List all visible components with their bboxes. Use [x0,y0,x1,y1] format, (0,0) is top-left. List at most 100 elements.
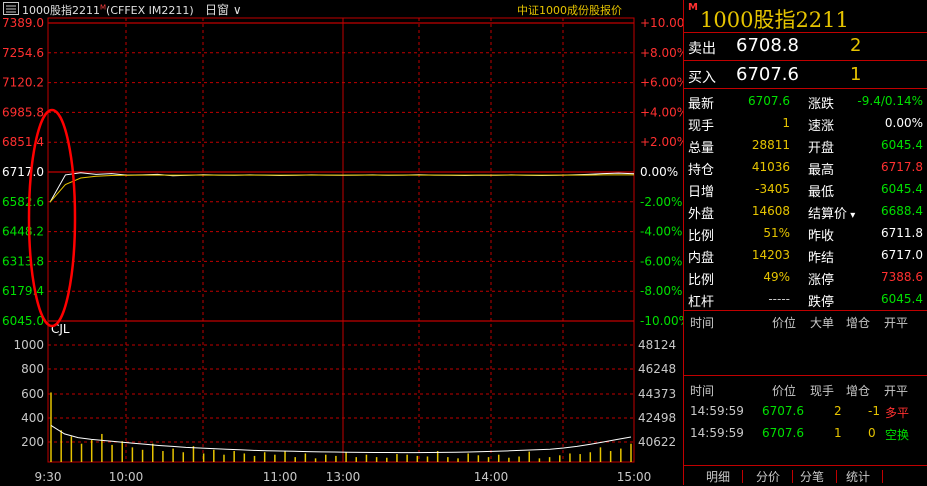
stat-总量: 总量 28811 [688,134,790,156]
percent-tick-label: -10.00% [640,314,683,328]
tab-明细[interactable]: 明细 [706,468,730,485]
volume-tick-label: 200 [21,435,44,449]
oi-tick-label: 42498 [638,411,676,425]
tick-cell: 6707.6 [762,404,804,418]
stat-value: 51% [763,226,790,240]
sell-quote[interactable]: 卖出 6708.8 2 [684,32,927,60]
stat-label: 最高 [808,163,835,178]
stat-label: 比例 [688,273,715,288]
price-tick-label: 7389.0 [2,16,44,30]
volume-tick-label: 800 [21,362,44,376]
tab-统计[interactable]: 统计 [846,468,870,485]
divider [684,88,927,89]
price-tick-label: 6179.4 [2,284,44,298]
price-tick-label: 6448.2 [2,225,44,239]
percent-tick-label: -4.00% [640,225,682,239]
price-tick-label: 6985.8 [2,105,44,119]
stat-内盘: 内盘 14203 [688,244,790,266]
stat-value: 49% [763,270,790,284]
stat-value: 7388.6 [881,270,923,284]
volume-axis-labels: 1000 800 600 400 200 [13,338,44,449]
stat-label: 持仓 [688,163,715,178]
stat-外盘: 外盘 14608 [688,200,790,222]
column-header: 价位 [772,384,797,398]
sell-price: 6708.8 [736,35,799,56]
contract-name: 1000股指2211 [700,8,849,32]
stat-label: 涨停 [808,273,835,288]
stat-最新: 最新 6707.6 [688,90,790,112]
stat-速涨: 速涨 0.00% [808,112,923,134]
tick-cell: 14:59:59 [690,426,744,440]
price-line [49,172,635,203]
stat-value: ----- [768,292,790,306]
volume-indicator-label: CJL [51,322,70,336]
tick-cell: -1 [868,404,880,418]
chart-grid [47,17,635,463]
time-tick-label: 13:00 [326,470,361,484]
column-header: 时间 [690,316,715,330]
buy-label: 买入 [688,70,716,86]
stat-value: 14608 [751,204,790,218]
column-header: 现手 [810,384,835,398]
dropdown-arrow-icon[interactable]: ▾ [847,210,855,221]
stat-持仓: 持仓 41036 [688,156,790,178]
time-tick-label: 10:00 [109,470,144,484]
price-tick-label: 6582.6 [2,195,44,209]
price-tick-label: 7120.2 [2,76,44,90]
stat-value: 6717.0 [881,248,923,262]
price-axis-labels: 7389.07254.67120.26985.86851.46717.06582… [2,16,44,328]
detail-tabs: 明细 分价 分笔 统计 [684,465,927,486]
oi-tick-label: 40622 [638,435,676,449]
column-header: 开平 [884,384,909,398]
stat-label: 昨结 [808,251,835,266]
volume-tick-label: 1000 [13,338,44,352]
column-header: 增仓 [846,316,871,330]
percent-tick-label: -6.00% [640,254,682,268]
stat-最低: 最低 6045.4 [808,178,923,200]
tick-cell: 2 [834,404,842,418]
stat-label: 涨跌 [808,97,835,112]
stat-比例: 比例 51% [688,222,790,244]
stat-value: -3405 [755,182,790,196]
tick-cell: 空换 [885,428,910,442]
average-price-line [49,174,634,203]
stat-日增: 日增 -3405 [688,178,790,200]
stat-value: 6707.6 [748,94,790,108]
stat-跌停: 跌停 6045.4 [808,288,923,310]
stat-value: 0.00% [884,116,923,130]
time-axis-labels: 9:30 10:00 14:00 15:00 11:00 13:00 [35,470,652,484]
intraday-chart[interactable]: 7389.07254.67120.26985.86851.46717.06582… [0,0,683,485]
stat-value: 6045.4 [881,292,923,306]
chart-frame [47,17,635,463]
stat-比例: 比例 49% [688,266,790,288]
volume-bars [50,392,632,462]
tick-cell: 多平 [885,406,910,420]
stat-开盘: 开盘 6045.4 [808,134,923,156]
stat-value: 6711.8 [881,226,923,240]
buy-quote[interactable]: 买入 6707.6 1 [684,61,927,89]
price-lines [49,172,635,203]
open-interest-axis-labels: 48124 46248 44373 42498 40622 [638,338,676,449]
stat-label: 杠杆 [688,295,715,310]
sell-label: 卖出 [688,41,716,57]
stat-value: 28811 [751,138,790,152]
stat-label: 总量 [688,141,715,156]
tab-分价[interactable]: 分价 [756,468,780,485]
stat-value: 6688.4 [881,204,923,218]
stat-昨结: 昨结 6717.0 [808,244,923,266]
stat-涨跌: 涨跌 -9.4/0.14% [808,90,923,112]
time-tick-label: 14:00 [474,470,509,484]
open-interest-line [50,424,632,454]
stat-label: 现手 [688,119,715,134]
tab-separator [882,470,883,483]
price-tick-label: 6313.8 [2,254,44,268]
stat-结算价[interactable]: 结算价 ▾ 6688.4 [808,200,923,222]
sell-volume: 2 [850,35,862,56]
stat-涨停: 涨停 7388.6 [808,266,923,288]
quote-header: M 1000股指2211 [684,0,927,33]
tab-分笔[interactable]: 分笔 [800,468,824,485]
time-tick-label: 15:00 [617,470,652,484]
annotation-ellipse [27,108,77,328]
tick-cell: 0 [868,426,876,440]
tick-cell: 6707.6 [762,426,804,440]
